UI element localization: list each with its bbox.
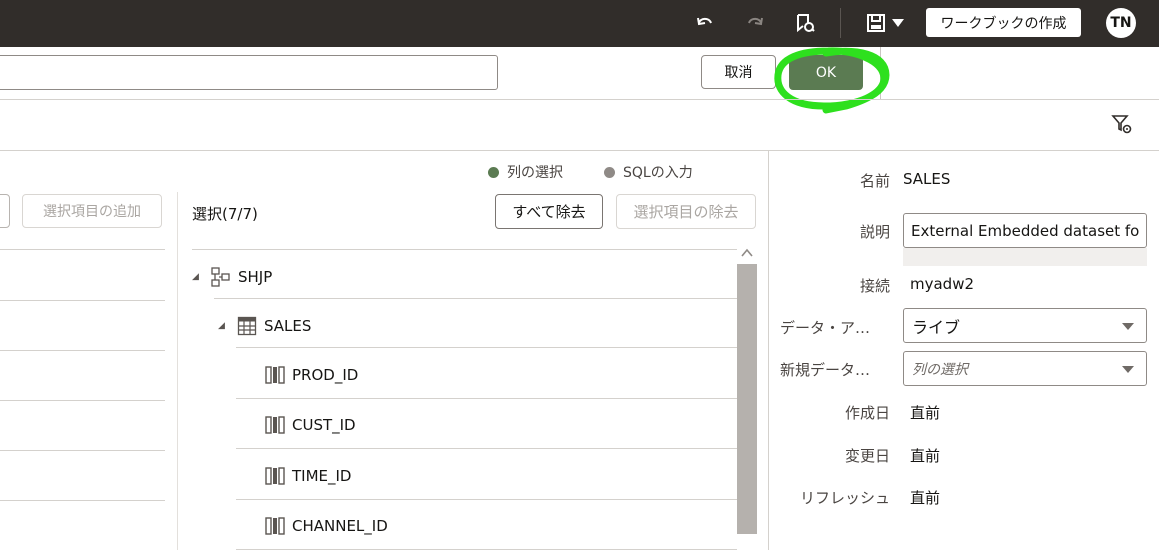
description-input[interactable]: External Embedded dataset fo — [903, 213, 1147, 248]
connection-value: myadw2 — [910, 275, 975, 293]
new-data-select[interactable]: 列の選択 — [903, 351, 1147, 386]
divider — [0, 150, 1159, 151]
property-label: データ・ア… — [780, 319, 871, 337]
select-value: ライブ — [912, 317, 961, 337]
tree-item-label: PROD_ID — [292, 366, 359, 384]
refresh-value: 直前 — [910, 489, 941, 507]
list-row-divider — [0, 300, 165, 301]
data-access-select[interactable]: ライブ — [903, 308, 1147, 343]
radio-dot — [488, 166, 499, 178]
selection-count: 選択(7/7) — [192, 205, 258, 223]
tree-item-label: CHANNEL_ID — [292, 517, 388, 535]
remove-selected-button[interactable]: 選択項目の除去 — [616, 194, 756, 229]
divider — [236, 448, 737, 449]
table-icon — [236, 315, 258, 337]
dataset-name-input[interactable] — [0, 55, 498, 90]
scroll-up-icon[interactable] — [740, 246, 754, 260]
list-row-divider — [0, 400, 165, 401]
redo-icon[interactable] — [741, 9, 769, 37]
property-label: 変更日 — [844, 447, 890, 465]
panel-divider — [768, 151, 769, 550]
tree-item-column[interactable]: TIME_ID — [264, 451, 737, 501]
property-label: 作成日 — [844, 404, 890, 422]
tree-item-label: TIME_ID — [292, 467, 352, 485]
radio-label: 列の選択 — [507, 165, 563, 181]
cancel-button[interactable]: 取消 — [701, 55, 776, 89]
undo-icon[interactable] — [691, 9, 719, 37]
property-label: リフレッシュ — [799, 489, 890, 507]
radio-select-columns[interactable]: 列の選択 — [488, 162, 563, 182]
property-label: 名前 — [859, 172, 890, 190]
add-selected-button[interactable]: 選択項目の追加 — [22, 194, 162, 228]
divider — [236, 347, 737, 348]
tree-item-label: SHJP — [238, 268, 273, 286]
radio-enter-sql[interactable]: SQLの入力 — [604, 162, 693, 182]
tree-item-label: SALES — [264, 317, 312, 335]
divider — [192, 249, 737, 250]
property-label: 接続 — [859, 277, 890, 295]
list-row-divider — [0, 500, 165, 501]
input-shadow — [903, 248, 1147, 266]
radio-label: SQLの入力 — [623, 165, 693, 181]
avatar[interactable]: TN — [1106, 8, 1136, 38]
list-row-divider — [0, 450, 165, 451]
ok-button[interactable]: OK — [789, 55, 863, 90]
property-label: 新規データ… — [780, 361, 871, 379]
column-icon — [264, 465, 286, 487]
property-label: 説明 — [859, 223, 890, 241]
radio-dot — [604, 166, 615, 178]
dataset-name-value: SALES — [903, 170, 951, 188]
toolbar-divider — [880, 47, 881, 100]
created-value: 直前 — [910, 404, 941, 422]
divider — [236, 499, 737, 500]
toolbar-divider — [840, 8, 841, 38]
tree-item-column[interactable]: CHANNEL_ID — [264, 501, 737, 550]
column-icon — [264, 515, 286, 537]
tree-item-schema[interactable]: ◢ SHJP — [192, 252, 737, 302]
column-icon — [264, 414, 286, 436]
remove-all-button[interactable]: すべて除去 — [495, 194, 603, 229]
dropdown-arrow-icon[interactable] — [886, 9, 910, 37]
tree-item-label: CUST_ID — [292, 416, 356, 434]
select-placeholder: 列の選択 — [912, 361, 968, 378]
left-panel-button[interactable] — [0, 194, 10, 228]
column-icon — [264, 364, 286, 386]
modified-value: 直前 — [910, 447, 941, 465]
tree-item-column[interactable]: CUST_ID — [264, 400, 737, 450]
tree-item-column[interactable]: PROD_ID — [264, 350, 737, 400]
scrollbar-thumb[interactable] — [737, 264, 757, 534]
collapse-triangle-icon[interactable]: ◢ — [192, 272, 210, 282]
chevron-down-icon — [1122, 323, 1134, 330]
divider — [214, 298, 737, 299]
top-toolbar: ワークブックの作成 TN — [0, 0, 1159, 47]
list-row-divider — [0, 350, 165, 351]
divider — [0, 99, 1159, 100]
bookmark-refresh-icon[interactable] — [791, 9, 819, 37]
divider — [236, 398, 737, 399]
create-workbook-button[interactable]: ワークブックの作成 — [926, 8, 1081, 37]
tree-item-table[interactable]: ◢ SALES — [218, 301, 737, 351]
collapse-triangle-icon[interactable]: ◢ — [218, 321, 236, 331]
chevron-down-icon — [1122, 366, 1134, 373]
list-row-divider — [0, 249, 165, 250]
schema-icon — [210, 266, 232, 288]
panel-divider — [177, 192, 178, 550]
filter-settings-icon[interactable] — [1110, 112, 1134, 136]
